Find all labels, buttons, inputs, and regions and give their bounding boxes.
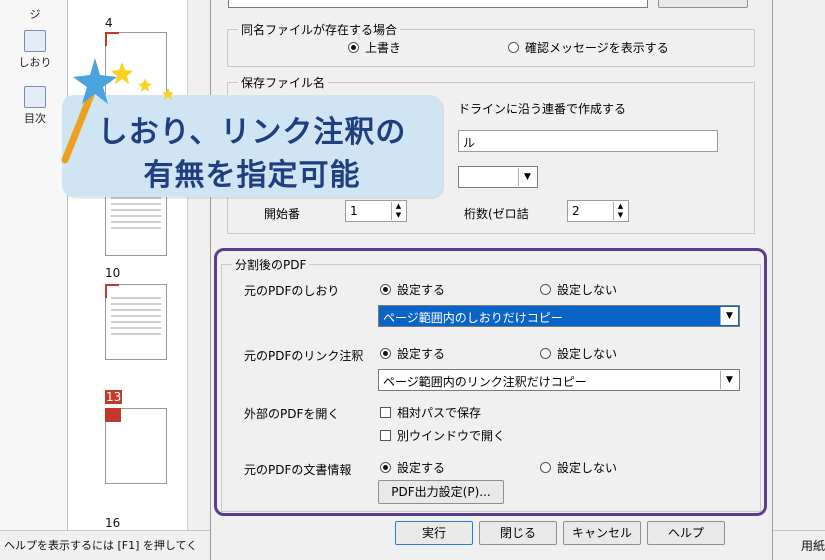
bookmark-marker — [105, 32, 119, 46]
close-button[interactable]: 閉じる — [479, 521, 557, 545]
toc-icon — [24, 86, 46, 108]
help-button[interactable]: ヘルプ — [647, 521, 725, 545]
toolbar-item-page[interactable]: ジ — [10, 6, 60, 22]
filename-type-select[interactable]: ▼ — [458, 166, 538, 188]
spinner-arrows-icon[interactable]: ▲ ▼ — [613, 202, 627, 220]
highlight-frame — [214, 248, 767, 516]
page-thumbnail[interactable] — [105, 284, 167, 360]
same-name-group: 同名ファイルが存在する場合 上書き 確認メッセージを表示する — [227, 21, 755, 67]
filename-value: ル — [463, 136, 476, 150]
bookmark-icon — [24, 30, 46, 52]
bookmark-marker — [105, 284, 119, 298]
spinner-value: 2 — [572, 204, 580, 218]
page-number: 4 — [105, 16, 113, 30]
spinner-arrows-icon[interactable]: ▲ ▼ — [391, 202, 405, 220]
toolbar-item-label: ジ — [29, 8, 41, 21]
run-button[interactable]: 実行 — [395, 521, 473, 545]
radio-label: 確認メッセージを表示する — [525, 41, 669, 55]
start-number-spinner[interactable]: 1 ▲ ▼ — [345, 200, 407, 222]
toolbar-item-label: しおり — [18, 56, 52, 69]
toolbar-item-label: 目次 — [24, 112, 46, 125]
radio-dot — [508, 42, 519, 53]
sequence-option-text: ドラインに沿う連番で作成する — [458, 102, 627, 116]
spinner-value: 1 — [350, 204, 358, 218]
top-partial-field[interactable] — [228, 0, 648, 8]
page-number: 10 — [105, 266, 121, 280]
chevron-down-icon: ▼ — [518, 168, 536, 186]
overwrite-radio[interactable]: 上書き — [348, 39, 401, 56]
group-legend: 同名ファイルが存在する場合 — [238, 21, 401, 38]
status-help-text: ヘルプを表示するには [F1] を押してく — [4, 539, 198, 552]
digits-label: 桁数(ゼロ詰 — [464, 207, 529, 221]
confirm-radio[interactable]: 確認メッセージを表示する — [508, 39, 669, 56]
status-paper-label: 用紙 — [800, 539, 825, 553]
start-number-label: 開始番 — [264, 207, 301, 221]
radio-label: 上書き — [365, 41, 402, 55]
magic-wand-icon — [61, 58, 174, 164]
page-thumbnail[interactable] — [105, 408, 167, 484]
cancel-button[interactable]: キャンセル — [563, 521, 641, 545]
page-number: 13 — [105, 390, 123, 404]
radio-dot — [348, 42, 359, 53]
group-legend: 保存ファイル名 — [238, 74, 329, 91]
top-partial-button[interactable] — [658, 0, 748, 8]
page-number: 16 — [105, 516, 121, 530]
filename-field[interactable]: ル — [458, 130, 718, 152]
digits-spinner[interactable]: 2 ▲ ▼ — [567, 200, 629, 222]
